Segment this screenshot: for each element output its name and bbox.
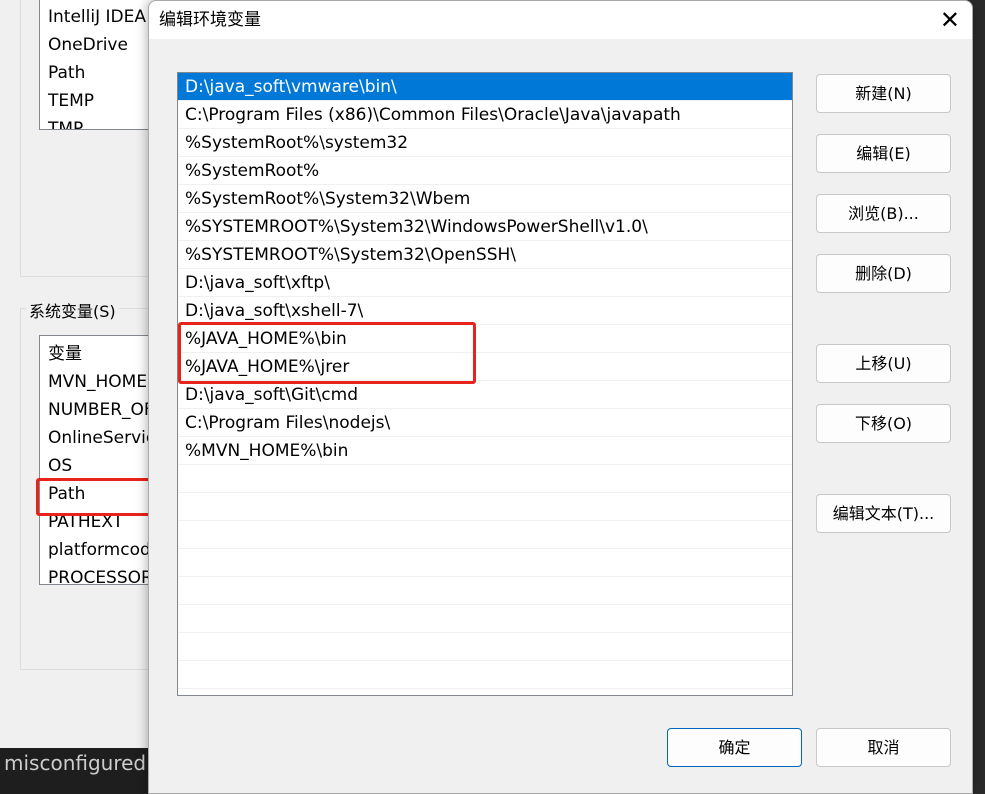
close-icon[interactable]: ✕ [940, 1, 960, 39]
path-row[interactable]: %JAVA_HOME%\bin [178, 325, 792, 353]
empty-row[interactable] [178, 521, 792, 549]
browse-button[interactable]: 浏览(B)... [816, 194, 951, 233]
path-row[interactable]: C:\Program Files\nodejs\ [178, 409, 792, 437]
background-editor [972, 0, 985, 794]
path-row[interactable]: D:\java_soft\vmware\bin\ [178, 73, 792, 101]
edit-text-button[interactable]: 编辑文本(T)... [816, 494, 951, 533]
path-row[interactable]: %SYSTEMROOT%\System32\WindowsPowerShell\… [178, 213, 792, 241]
empty-row[interactable] [178, 633, 792, 661]
terminal-text: misconfigured. [0, 748, 152, 794]
new-button[interactable]: 新建(N) [816, 74, 951, 113]
empty-row[interactable] [178, 493, 792, 521]
empty-row[interactable] [178, 577, 792, 605]
empty-row[interactable] [178, 661, 792, 689]
move-down-button[interactable]: 下移(O) [816, 404, 951, 443]
path-row[interactable]: D:\java_soft\xftp\ [178, 269, 792, 297]
edit-env-var-dialog: 编辑环境变量 ✕ D:\java_soft\vmware\bin\ C:\Prog… [148, 0, 973, 794]
edit-button[interactable]: 编辑(E) [816, 134, 951, 173]
dialog-title: 编辑环境变量 [159, 10, 261, 30]
path-row[interactable]: %SYSTEMROOT%\System32\OpenSSH\ [178, 241, 792, 269]
empty-row[interactable] [178, 605, 792, 633]
empty-row[interactable] [178, 549, 792, 577]
path-row[interactable]: D:\java_soft\xshell-7\ [178, 297, 792, 325]
path-list[interactable]: D:\java_soft\vmware\bin\ C:\Program Files… [177, 72, 793, 696]
environment-variables-window: DataGripIntelliJ IDEAOneDrivePathTEMPTMP… [0, 0, 170, 760]
system-vars-label: 系统变量(S) [26, 298, 119, 322]
path-row[interactable]: %SystemRoot% [178, 157, 792, 185]
path-row[interactable]: D:\java_soft\Git\cmd [178, 381, 792, 409]
empty-row[interactable] [178, 465, 792, 493]
path-row[interactable]: C:\Program Files (x86)\Common Files\Orac… [178, 101, 792, 129]
ok-button[interactable]: 确定 [667, 728, 802, 767]
delete-button[interactable]: 删除(D) [816, 254, 951, 293]
dialog-titlebar: 编辑环境变量 ✕ [149, 1, 972, 39]
path-row[interactable]: %SystemRoot%\System32\Wbem [178, 185, 792, 213]
path-row[interactable]: %JAVA_HOME%\jrer [178, 353, 792, 381]
path-row[interactable]: %MVN_HOME%\bin [178, 437, 792, 465]
cancel-button[interactable]: 取消 [816, 728, 951, 767]
path-row[interactable]: %SystemRoot%\system32 [178, 129, 792, 157]
move-up-button[interactable]: 上移(U) [816, 344, 951, 383]
